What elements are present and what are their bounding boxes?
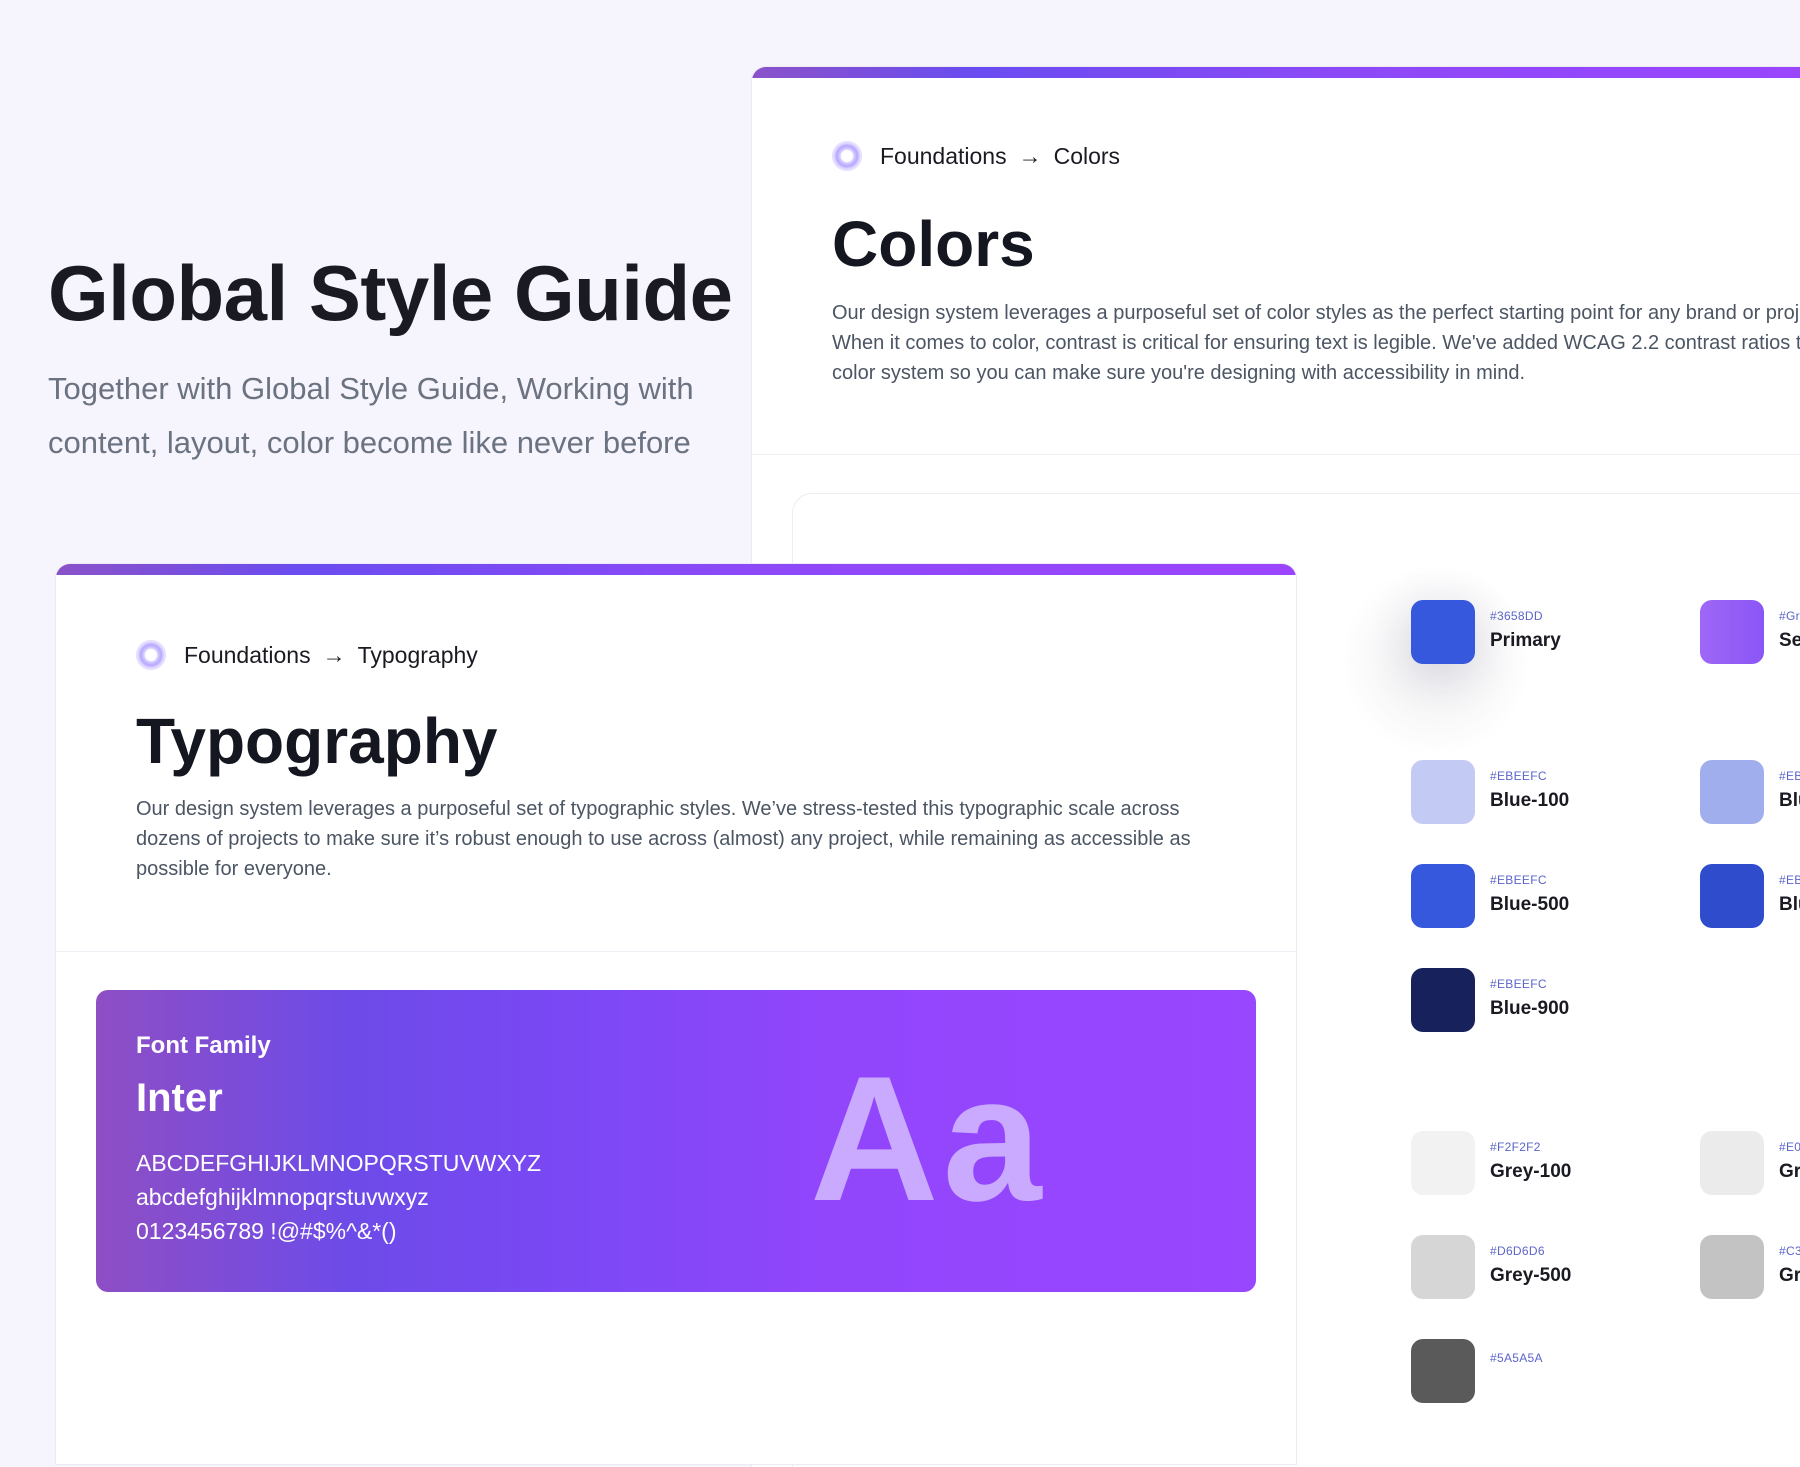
breadcrumb-current: Colors [1053, 142, 1121, 169]
swatch-name: Primary [1490, 630, 1561, 651]
breadcrumb: Foundations → Typography [136, 640, 478, 670]
typography-page-card: Foundations → Typography Typography Our … [56, 564, 1296, 1464]
swatch-blue-300[interactable]: #EB Blu [1700, 760, 1800, 824]
swatch-grey-700[interactable]: #C3 Gre [1700, 1235, 1800, 1299]
swatch-name: Blue-100 [1490, 790, 1570, 811]
page-title: Colors [832, 208, 1035, 280]
font-family-name: Inter [136, 1076, 223, 1120]
section-divider [56, 951, 1296, 952]
arrow-right-icon: → [1018, 142, 1042, 169]
swatch-hex: #C3 [1779, 1244, 1800, 1258]
font-family-label: Font Family [136, 1032, 271, 1059]
swatch-name: Blu [1779, 790, 1800, 811]
color-chip [1700, 1235, 1764, 1299]
hero-subtitle: Together with Global Style Guide, Workin… [48, 371, 694, 460]
arrow-right-icon: → [322, 641, 346, 668]
color-chip [1700, 864, 1764, 928]
swatch-hex: #5A5A5A [1490, 1351, 1543, 1365]
font-sample-glyph: Aa [810, 1039, 1046, 1238]
breadcrumb: Foundations → Colors [832, 141, 1120, 171]
card-gradient-bar [752, 67, 1800, 78]
color-chip [1700, 600, 1764, 664]
uppercase-specimen: ABCDEFGHIJKLMNOPQRSTUVWXYZ [136, 1150, 542, 1176]
swatch-primary[interactable]: #3658DD Primary [1411, 600, 1561, 664]
swatch-hex: #F2F2F2 [1490, 1140, 1541, 1154]
swatch-hex: #EB [1779, 873, 1800, 887]
swatch-name: Gre [1779, 1265, 1800, 1286]
breadcrumb-parent[interactable]: Foundations [880, 143, 1007, 170]
card-gradient-bar [56, 564, 1296, 575]
color-chip [1700, 760, 1764, 824]
color-chip [1700, 1131, 1764, 1195]
page-title: Typography [136, 705, 498, 777]
swatch-name: Grey-100 [1490, 1161, 1572, 1182]
swatch-name: Blu [1779, 894, 1800, 915]
swatch-blue-100[interactable]: #EBEEFC Blue-100 [1411, 760, 1569, 824]
foundations-logo-icon [832, 141, 862, 171]
swatch-hex: #EBEEFC [1490, 873, 1547, 887]
color-chip [1411, 1339, 1475, 1403]
numbers-specimen: 0123456789 !@#$%^&*() [136, 1218, 397, 1244]
breadcrumb-current: Typography [357, 641, 478, 668]
color-chip [1411, 1131, 1475, 1195]
swatch-name: Gre [1779, 1161, 1800, 1182]
swatch-name: Grey-500 [1490, 1265, 1572, 1286]
swatch-hex: #EBEEFC [1490, 769, 1547, 783]
swatch-hex: #EBEEFC [1490, 977, 1547, 991]
color-chip [1411, 600, 1475, 664]
swatch-blue-500[interactable]: #EBEEFC Blue-500 [1411, 864, 1569, 928]
swatch-grey-300[interactable]: #E0 Gre [1700, 1131, 1800, 1195]
color-chip [1411, 1235, 1475, 1299]
color-chip [1411, 864, 1475, 928]
color-chip [1411, 760, 1475, 824]
swatch-name: Blue-900 [1490, 998, 1570, 1019]
hero-title: Global Style Guide [48, 249, 733, 337]
swatch-grey-900[interactable]: #5A5A5A [1411, 1339, 1543, 1403]
font-family-panel: Font Family Inter ABCDEFGHIJKLMNOPQRSTUV… [96, 990, 1256, 1292]
foundations-logo-icon [136, 640, 166, 670]
page-description: Our design system leverages a purposeful… [136, 798, 1191, 880]
page-description: Our design system leverages a purposeful… [832, 302, 1800, 384]
color-chip [1411, 968, 1475, 1032]
swatch-grey-500[interactable]: #D6D6D6 Grey-500 [1411, 1235, 1571, 1299]
swatch-blue-700[interactable]: #EB Blu [1700, 864, 1800, 928]
swatch-hex: #D6D6D6 [1490, 1244, 1545, 1258]
section-divider [752, 454, 1800, 455]
swatch-blue-900[interactable]: #EBEEFC Blue-900 [1411, 968, 1569, 1032]
swatch-hex: #3658DD [1490, 609, 1543, 623]
breadcrumb-parent[interactable]: Foundations [184, 642, 311, 669]
swatch-secondary[interactable]: #Gr Se [1700, 600, 1800, 664]
swatch-hex: #EB [1779, 769, 1800, 783]
swatch-hex: #Gr [1779, 609, 1800, 623]
swatch-name: Se [1779, 630, 1800, 651]
swatch-grey-100[interactable]: #F2F2F2 Grey-100 [1411, 1131, 1571, 1195]
swatch-name: Blue-500 [1490, 894, 1570, 915]
swatch-hex: #E0 [1779, 1140, 1800, 1154]
lowercase-specimen: abcdefghijklmnopqrstuvwxyz [136, 1184, 429, 1210]
